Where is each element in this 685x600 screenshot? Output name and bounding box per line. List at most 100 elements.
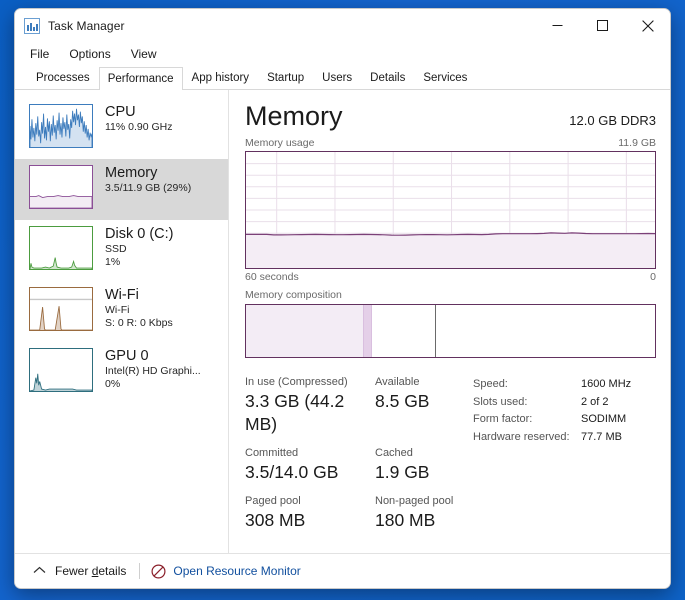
composition-segment-standby (371, 305, 437, 357)
title-bar: Task Manager (15, 9, 670, 42)
stat-non-paged-pool-value: 180 MB (375, 510, 436, 530)
sidebar-item-memory-title: Memory (105, 165, 158, 181)
stat-cached-value: 1.9 GB (375, 462, 430, 482)
spec-form-factor: Form factor: SODIMM (473, 411, 631, 429)
stat-paged-pool: Paged pool 308 MB (245, 494, 375, 532)
disk-mini-chart (29, 226, 93, 270)
stat-available-value: 8.5 GB (375, 391, 430, 411)
close-button[interactable] (625, 9, 670, 42)
fewer-details-button[interactable]: Fewer details (33, 564, 126, 578)
memory-composition-label: Memory composition (245, 289, 342, 301)
sidebar-item-gpu0-sub1: Intel(R) HD Graphi... (105, 365, 201, 377)
tab-startup[interactable]: Startup (258, 66, 313, 89)
memory-usage-graph (245, 151, 656, 269)
maximize-button[interactable] (580, 9, 625, 42)
window-controls (535, 9, 670, 42)
stat-committed-label: Committed (245, 447, 299, 459)
spec-speed-key: Speed: (473, 378, 508, 390)
tab-processes[interactable]: Processes (27, 66, 99, 89)
sidebar-item-cpu-sub: 11% 0.90 GHz (105, 121, 173, 133)
sidebar-item-disk0-sub1: SSD (105, 243, 127, 255)
composition-segment-free (436, 305, 655, 357)
tab-services[interactable]: Services (414, 66, 476, 89)
tab-details[interactable]: Details (361, 66, 414, 89)
stat-non-paged-pool-label: Non-paged pool (375, 495, 454, 507)
memory-usage-max: 11.9 GB (618, 137, 656, 149)
stat-committed: Committed 3.5/14.0 GB (245, 446, 375, 484)
tab-users[interactable]: Users (313, 66, 361, 89)
stat-committed-value: 3.5/14.0 GB (245, 462, 339, 482)
sidebar-item-memory[interactable]: Memory 3.5/11.9 GB (29%) (15, 159, 228, 220)
stat-paged-pool-value: 308 MB (245, 510, 306, 530)
sidebar-item-disk0-sub2: 1% (105, 256, 121, 268)
fewer-details-pre: Fewer (55, 564, 92, 578)
tab-app-history[interactable]: App history (183, 66, 259, 89)
sidebar-item-gpu0-title: GPU 0 (105, 348, 149, 364)
sidebar-item-wifi[interactable]: Wi-Fi Wi-Fi S: 0 R: 0 Kbps (15, 281, 228, 342)
memory-composition-bar (245, 304, 656, 358)
stat-available-label: Available (375, 376, 420, 388)
composition-segment-in-use (246, 305, 363, 357)
menu-view[interactable]: View (128, 45, 160, 63)
sidebar-item-gpu0[interactable]: GPU 0 Intel(R) HD Graphi... 0% (15, 342, 228, 403)
stat-in-use: In use (Compressed) 3.3 GB (44.2 MB) (245, 375, 375, 436)
composition-segment-modified (362, 305, 372, 357)
sidebar-item-disk0[interactable]: Disk 0 (C:) SSD 1% (15, 220, 228, 281)
menu-options[interactable]: Options (66, 45, 113, 63)
memory-usage-plot (246, 152, 655, 268)
open-resource-monitor-label: Open Resource Monitor (173, 564, 301, 578)
spec-speed-value: 1600 MHz (581, 378, 632, 390)
memory-mini-chart (29, 165, 93, 209)
sidebar-item-cpu[interactable]: CPU 11% 0.90 GHz (15, 98, 228, 159)
stat-row-1: In use (Compressed) 3.3 GB (44.2 MB) Ava… (245, 375, 467, 436)
sidebar-item-wifi-sub1: Wi-Fi (105, 304, 130, 316)
stat-in-use-label: In use (Compressed) (245, 376, 348, 388)
status-bar: Fewer details Open Resource Monitor (15, 553, 670, 588)
memory-specs: Speed: 1600 MHz Slots used: 2 of 2 Form … (467, 375, 631, 542)
memory-capacity: 12.0 GB DDR3 (569, 113, 656, 128)
memory-usage-label: Memory usage (245, 137, 315, 149)
memory-header: Memory 12.0 GB DDR3 (245, 100, 656, 133)
chevron-up-icon (33, 565, 46, 577)
wifi-mini-chart (29, 287, 93, 331)
sidebar-item-disk0-title: Disk 0 (C:) (105, 226, 174, 242)
spec-hardware-reserved: Hardware reserved: 77.7 MB (473, 429, 631, 447)
memory-usage-caption-row: Memory usage 11.9 GB (245, 137, 656, 149)
stat-cached-label: Cached (375, 447, 413, 459)
open-resource-monitor-link[interactable]: Open Resource Monitor (151, 563, 301, 579)
content-area: CPU 11% 0.90 GHz Memory 3.5/11.9 GB (29%… (15, 90, 670, 553)
stat-available: Available 8.5 GB (375, 375, 429, 436)
spec-speed: Speed: 1600 MHz (473, 376, 631, 394)
cpu-mini-chart (29, 104, 93, 148)
stat-non-paged-pool: Non-paged pool 180 MB (375, 494, 453, 532)
stat-row-3: Paged pool 308 MB Non-paged pool 180 MB (245, 494, 467, 532)
resource-sidebar: CPU 11% 0.90 GHz Memory 3.5/11.9 GB (29%… (15, 90, 229, 553)
axis-label-right: 0 (650, 271, 656, 283)
taskmanager-icon (24, 17, 40, 34)
memory-statistics: In use (Compressed) 3.3 GB (44.2 MB) Ava… (245, 375, 656, 542)
fewer-details-post: etails (98, 564, 127, 578)
sidebar-item-gpu0-sub2: 0% (105, 378, 121, 390)
stat-row-2: Committed 3.5/14.0 GB Cached 1.9 GB (245, 446, 467, 484)
fewer-details-label: Fewer details (55, 564, 126, 578)
tab-bar: Processes Performance App history Startu… (15, 66, 670, 90)
sidebar-item-memory-sub: 3.5/11.9 GB (29%) (105, 182, 192, 194)
sidebar-item-cpu-title: CPU (105, 104, 136, 120)
menu-bar: File Options View (15, 42, 670, 66)
memory-usage-axis: 60 seconds 0 (245, 271, 656, 283)
gpu-mini-chart (29, 348, 93, 392)
stat-in-use-value: 3.3 GB (44.2 MB) (245, 391, 345, 434)
sidebar-item-wifi-title: Wi-Fi (105, 287, 139, 303)
spec-slots-used: Slots used: 2 of 2 (473, 394, 631, 412)
tab-performance[interactable]: Performance (98, 67, 183, 90)
sidebar-item-wifi-sub2: S: 0 R: 0 Kbps (105, 317, 173, 329)
page-title: Memory (245, 101, 343, 131)
memory-statistics-left: In use (Compressed) 3.3 GB (44.2 MB) Ava… (245, 375, 467, 542)
spec-hardware-reserved-key: Hardware reserved: (473, 430, 570, 443)
spec-hardware-reserved-value: 77.7 MB (581, 430, 622, 443)
spec-form-factor-key: Form factor: (473, 413, 533, 425)
window-title: Task Manager (48, 18, 125, 33)
footer-divider (139, 563, 141, 579)
menu-file[interactable]: File (27, 45, 52, 63)
minimize-button[interactable] (535, 9, 580, 42)
